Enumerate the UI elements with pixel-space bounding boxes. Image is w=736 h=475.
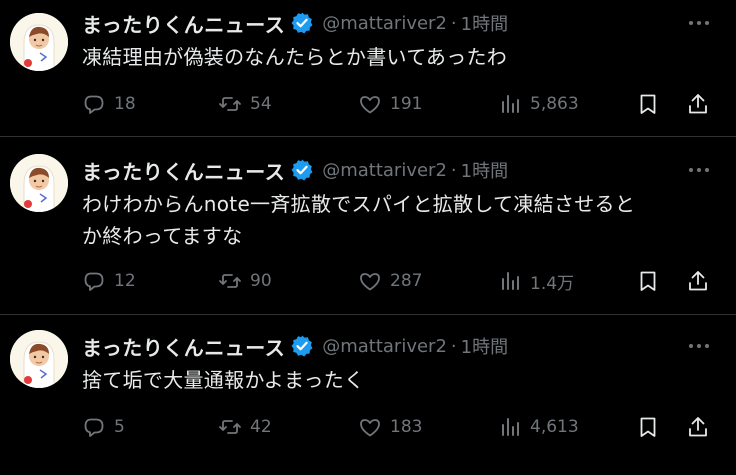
like-count: 287 xyxy=(390,271,423,291)
timestamp[interactable]: 1時間 xyxy=(461,10,508,36)
reply-button[interactable]: 18 xyxy=(82,89,136,119)
like-icon xyxy=(360,96,380,114)
tweet-header: まったりくんニュース @mattariver2 · 1時間 xyxy=(82,156,508,184)
share-icon xyxy=(689,417,707,437)
tweet-text: 捨て垢で大量通報かよまったく xyxy=(82,368,365,392)
retweet-button[interactable]: 90 xyxy=(218,266,272,296)
more-icon[interactable] xyxy=(684,11,714,35)
bookmark-icon xyxy=(640,417,656,437)
retweet-button[interactable]: 54 xyxy=(218,89,272,119)
views-button[interactable]: 4,613 xyxy=(498,412,579,442)
action-bar: 12 90 287 1.4万 xyxy=(82,266,722,296)
handle[interactable]: @mattariver2 xyxy=(322,336,447,357)
separator: · xyxy=(450,159,457,181)
share-icon xyxy=(689,94,707,114)
bookmark-button[interactable] xyxy=(636,266,660,296)
tweet-header: まったりくんニュース @mattariver2 · 1時間 xyxy=(82,332,508,360)
like-count: 183 xyxy=(390,417,423,437)
retweet-icon xyxy=(219,97,241,111)
reply-count: 18 xyxy=(114,94,136,114)
display-name[interactable]: まったりくんニュース xyxy=(82,156,285,185)
reply-icon xyxy=(84,272,104,291)
separator: · xyxy=(450,12,457,34)
view-count: 5,863 xyxy=(530,94,579,114)
view-count: 1.4万 xyxy=(530,273,575,294)
views-icon xyxy=(502,418,519,436)
tweet-text: わけわからんnote一斉拡散でスパイと拡散して凍結させると か終わってますな xyxy=(82,192,636,248)
avatar[interactable] xyxy=(10,330,68,388)
handle[interactable]: @mattariver2 xyxy=(322,13,447,34)
like-button[interactable]: 287 xyxy=(358,266,422,296)
separator: · xyxy=(450,335,457,357)
retweet-button[interactable]: 42 xyxy=(218,412,272,442)
display-name[interactable]: まったりくんニュース xyxy=(82,332,285,361)
bookmark-button[interactable] xyxy=(636,89,660,119)
like-icon xyxy=(360,419,380,437)
retweet-count: 54 xyxy=(250,94,272,114)
share-button[interactable] xyxy=(686,412,710,442)
timestamp[interactable]: 1時間 xyxy=(461,333,508,359)
like-button[interactable]: 191 xyxy=(358,89,422,119)
action-bar: 5 42 183 4,613 xyxy=(82,412,722,442)
share-button[interactable] xyxy=(686,266,710,296)
verified-badge-icon xyxy=(290,158,314,182)
verified-badge-icon xyxy=(290,11,314,35)
verified-badge-icon xyxy=(290,334,314,358)
views-icon xyxy=(502,272,519,290)
more-icon[interactable] xyxy=(684,334,714,358)
reply-count: 5 xyxy=(114,417,125,437)
tweet[interactable]: まったりくんニュース @mattariver2 · 1時間 凍結理由が偽装のなん… xyxy=(0,0,736,137)
bookmark-icon xyxy=(640,271,656,291)
display-name[interactable]: まったりくんニュース xyxy=(82,9,285,38)
share-button[interactable] xyxy=(686,89,710,119)
more-icon[interactable] xyxy=(684,158,714,182)
action-bar: 18 54 191 5,863 xyxy=(82,89,722,119)
reply-button[interactable]: 5 xyxy=(82,412,125,442)
retweet-count: 42 xyxy=(250,417,272,437)
retweet-icon xyxy=(219,420,241,434)
timestamp[interactable]: 1時間 xyxy=(461,157,508,183)
bookmark-button[interactable] xyxy=(636,412,660,442)
view-count: 4,613 xyxy=(530,417,579,437)
tweet-header: まったりくんニュース @mattariver2 · 1時間 xyxy=(82,9,508,37)
tweet[interactable]: まったりくんニュース @mattariver2 · 1時間 わけわからんnote… xyxy=(0,137,736,315)
reply-button[interactable]: 12 xyxy=(82,266,136,296)
bookmark-icon xyxy=(640,94,656,114)
like-button[interactable]: 183 xyxy=(358,412,422,442)
handle[interactable]: @mattariver2 xyxy=(322,160,447,181)
like-count: 191 xyxy=(390,94,423,114)
tweet[interactable]: まったりくんニュース @mattariver2 · 1時間 捨て垢で大量通報かよ… xyxy=(0,315,736,475)
avatar[interactable] xyxy=(10,13,68,71)
reply-count: 12 xyxy=(114,271,136,291)
like-icon xyxy=(360,273,380,291)
views-button[interactable]: 1.4万 xyxy=(498,266,574,296)
views-button[interactable]: 5,863 xyxy=(498,89,579,119)
reply-icon xyxy=(84,418,104,437)
views-icon xyxy=(502,95,519,113)
retweet-icon xyxy=(219,274,241,288)
tweet-text: 凍結理由が偽装のなんたらとか書いてあったわ xyxy=(82,45,508,69)
avatar[interactable] xyxy=(10,154,68,212)
retweet-count: 90 xyxy=(250,271,272,291)
reply-icon xyxy=(84,95,104,114)
share-icon xyxy=(689,271,707,291)
